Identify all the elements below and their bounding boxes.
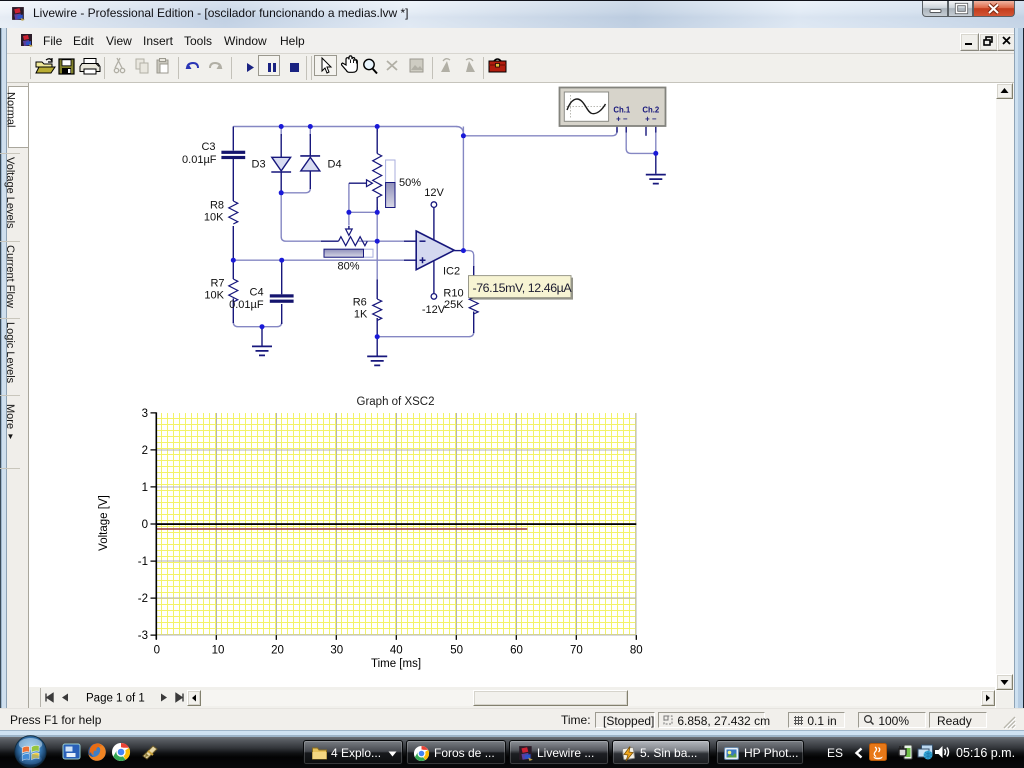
svg-text:-2: -2 [138, 593, 148, 605]
svg-text:10K: 10K [204, 212, 224, 224]
svg-text:Ch.2: Ch.2 [642, 106, 660, 115]
svg-text:20: 20 [271, 645, 284, 657]
svg-text:50%: 50% [399, 177, 421, 189]
svg-text:1: 1 [142, 482, 148, 494]
svg-text:-12V: -12V [422, 304, 446, 316]
svg-text:Ch.1: Ch.1 [613, 106, 631, 115]
svg-text:3: 3 [142, 408, 148, 420]
svg-text:IC2: IC2 [443, 266, 460, 278]
svg-text:D3: D3 [252, 159, 266, 171]
svg-text:+ −: + − [616, 115, 628, 124]
svg-text:30: 30 [330, 645, 343, 657]
svg-text:Time [ms]: Time [ms] [371, 658, 421, 670]
svg-text:R6: R6 [353, 297, 367, 309]
svg-text:25K: 25K [444, 299, 464, 311]
svg-text:60: 60 [510, 645, 523, 657]
svg-text:-3: -3 [138, 630, 148, 642]
svg-text:C3: C3 [201, 141, 215, 153]
svg-text:80%: 80% [338, 260, 360, 272]
svg-text:2: 2 [142, 445, 148, 457]
svg-text:-1: -1 [138, 556, 148, 568]
svg-text:12V: 12V [424, 187, 444, 199]
svg-text:+ −: + − [645, 115, 657, 124]
svg-text:0.01µF: 0.01µF [229, 299, 264, 311]
svg-text:Voltage [V]: Voltage [V] [98, 495, 110, 551]
svg-text:R8: R8 [210, 200, 224, 212]
svg-text:1K: 1K [354, 308, 368, 320]
svg-text:D4: D4 [328, 159, 342, 171]
svg-text:10K: 10K [204, 290, 224, 302]
svg-text:0: 0 [142, 519, 148, 531]
svg-text:-76.15mV, 12.46µA: -76.15mV, 12.46µA [473, 281, 573, 295]
svg-text:R10: R10 [443, 288, 463, 300]
svg-text:R7: R7 [210, 278, 224, 290]
svg-text:50: 50 [450, 645, 463, 657]
svg-text:Page 1 of 1: Page 1 of 1 [86, 693, 145, 705]
svg-text:0: 0 [154, 645, 160, 657]
svg-text:Graph of XSC2: Graph of XSC2 [357, 396, 435, 408]
svg-text:C4: C4 [250, 286, 264, 298]
svg-text:80: 80 [630, 645, 643, 657]
svg-text:0.01µF: 0.01µF [182, 154, 217, 166]
svg-text:70: 70 [570, 645, 583, 657]
svg-text:40: 40 [390, 645, 403, 657]
svg-text:10: 10 [212, 645, 225, 657]
